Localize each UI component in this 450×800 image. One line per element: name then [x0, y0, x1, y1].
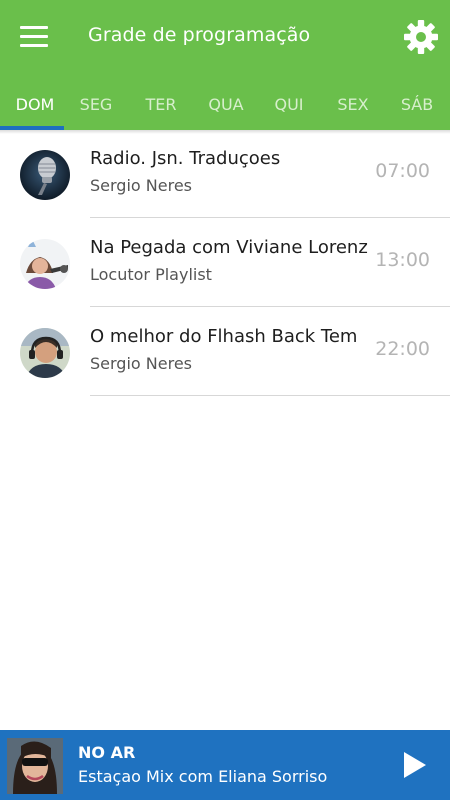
program-title: O melhor do Flhash Back Tem — [90, 326, 358, 347]
program-title: Radio. Jsn. Traduçoes — [90, 148, 281, 169]
microphone-avatar — [20, 150, 70, 200]
now-playing-bar[interactable]: NO AR Estaçao Mix com Eliana Sorriso — [0, 730, 450, 800]
divider — [90, 395, 450, 396]
schedule-item[interactable]: Na Pegada com Viviane Lorenz Locutor Pla… — [0, 219, 450, 307]
host-photo-avatar — [20, 328, 70, 378]
app-bar: Grade de programação DOM SEG TER QUA QUI… — [0, 0, 450, 130]
program-title: Na Pegada com Viviane Lorenz — [90, 237, 368, 258]
hamburger-menu-icon[interactable] — [20, 26, 50, 48]
program-time: 07:00 — [375, 160, 430, 182]
tab-seg[interactable]: SEG — [66, 80, 126, 128]
program-host: Sergio Neres — [90, 176, 192, 195]
page-title: Grade de programação — [88, 24, 311, 46]
play-icon[interactable] — [401, 750, 429, 780]
program-host: Locutor Playlist — [90, 265, 212, 284]
tab-sab[interactable]: SÁB — [387, 80, 447, 128]
on-air-label: NO AR — [78, 743, 136, 762]
schedule-item[interactable]: O melhor do Flhash Back Tem Sergio Neres… — [0, 308, 450, 396]
tab-sex[interactable]: SEX — [323, 80, 383, 128]
tab-ter[interactable]: TER — [131, 80, 191, 128]
program-time: 22:00 — [375, 338, 430, 360]
now-playing-thumbnail — [7, 738, 63, 794]
tab-qua[interactable]: QUA — [196, 80, 256, 128]
gear-icon[interactable] — [403, 19, 439, 55]
divider — [90, 306, 450, 307]
tab-dom[interactable]: DOM — [0, 80, 70, 128]
program-time: 13:00 — [375, 249, 430, 271]
schedule-item[interactable]: Radio. Jsn. Traduçoes Sergio Neres 07:00 — [0, 130, 450, 218]
host-photo-avatar — [20, 239, 70, 289]
now-playing-title: Estaçao Mix com Eliana Sorriso — [78, 767, 328, 786]
divider — [90, 217, 450, 218]
day-tabs: DOM SEG TER QUA QUI SEX SÁB — [0, 80, 450, 128]
tab-qui[interactable]: QUI — [259, 80, 319, 128]
program-host: Sergio Neres — [90, 354, 192, 373]
